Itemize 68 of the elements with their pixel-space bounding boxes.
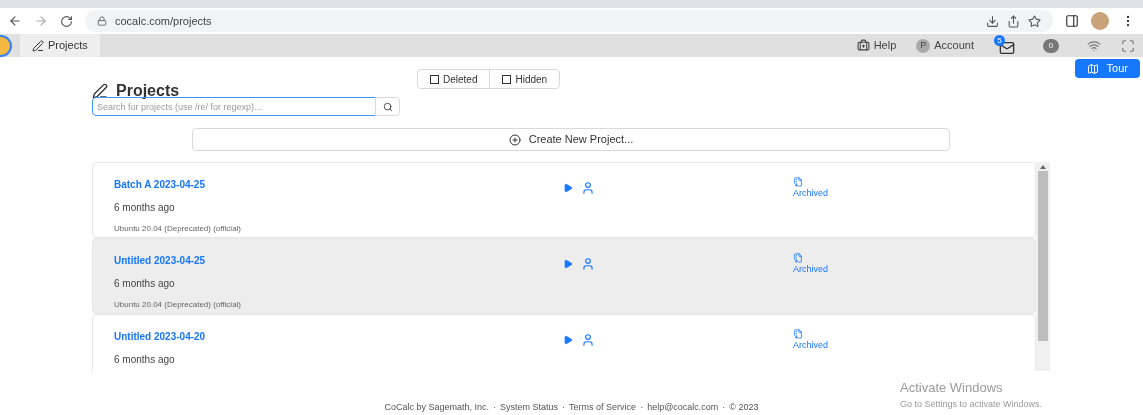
modified-time: 6 months ago (114, 277, 176, 291)
forward-icon[interactable] (34, 14, 48, 28)
projects-tab[interactable]: Projects (20, 34, 100, 57)
activation-notice-text: Go to Settings to activate Windows. (900, 397, 1043, 411)
footer-link[interactable]: Terms of Service (569, 400, 637, 414)
play-icon[interactable] (563, 335, 573, 345)
footer-link[interactable]: CoCalc by Sagemath, Inc. (384, 400, 490, 414)
footer-link[interactable]: © 2023 (729, 400, 759, 414)
download-icon[interactable] (986, 14, 999, 28)
wifi-icon (1087, 38, 1101, 53)
search-field[interactable]: Search for projects (use /re/ for regexp)... (92, 97, 376, 116)
tour-button[interactable]: Tour (1074, 59, 1140, 78)
filter-checkbox[interactable]: Hidden (489, 69, 561, 89)
account-avatar: P (916, 38, 931, 53)
project-title[interactable]: Untitled 2023-04-20 (114, 329, 563, 344)
separator-dot: · (722, 400, 726, 414)
help-button[interactable]: Help (856, 37, 897, 54)
play-icon[interactable] (563, 259, 573, 269)
modified-time: 6 months ago (114, 201, 176, 215)
lock-icon (97, 16, 107, 26)
pencil-icon (92, 83, 108, 99)
map-icon (1086, 62, 1099, 75)
status-text: Archived (793, 339, 828, 352)
star-icon[interactable] (1028, 14, 1041, 28)
plus-circle-icon (508, 133, 521, 146)
project-title[interactable]: Untitled 2023-04-25 (114, 253, 563, 268)
status-text: Archived (793, 263, 828, 276)
help-icon (856, 39, 870, 52)
project-row[interactable]: Untitled 2023-04-20 6 months ago Archived (92, 314, 1036, 371)
user-icon[interactable] (581, 181, 595, 195)
archive-icon (793, 253, 803, 263)
separator-dot: · (493, 400, 497, 414)
share-icon[interactable] (1007, 14, 1020, 28)
footer-link[interactable]: help@cocalc.com (647, 400, 719, 414)
user-icon[interactable] (581, 333, 595, 347)
side-panel-icon[interactable] (1065, 14, 1079, 28)
profile-avatar[interactable] (1091, 12, 1109, 30)
reload-icon[interactable] (60, 14, 73, 28)
notification-badge[interactable]: 0 (1043, 38, 1059, 53)
mail-count: 5 (994, 35, 1005, 46)
scroll-up-icon[interactable] (1040, 165, 1046, 169)
filter-checkbox[interactable]: Deleted (417, 69, 491, 89)
activation-notice-title: Activate Windows (900, 379, 1004, 397)
scrollbar[interactable] (1036, 162, 1050, 371)
address-bar[interactable]: cocalc.com/projects (85, 10, 1053, 32)
footer-link[interactable]: System Status (500, 400, 559, 414)
modified-time: 6 months ago (114, 353, 176, 367)
separator-dot: · (562, 400, 566, 414)
archive-icon (793, 177, 803, 187)
fullscreen-icon[interactable] (1121, 38, 1135, 53)
project-row[interactable]: Batch A 2023-04-25 6 months ago Ubuntu 20.04 (Deprecated) (official) Archived (92, 162, 1036, 238)
url-text: cocalc.com/projects (115, 13, 212, 29)
back-icon[interactable] (8, 14, 22, 28)
project-title[interactable]: Batch A 2023-04-25 (114, 177, 563, 192)
status-text: Archived (793, 187, 828, 200)
search-button[interactable] (375, 97, 400, 116)
separator-dot: · (640, 400, 644, 414)
account-button[interactable]: P Account (916, 37, 974, 54)
mail-button[interactable]: 5 (994, 35, 1015, 56)
user-icon[interactable] (581, 257, 595, 271)
software-image: Ubuntu 20.04 (Deprecated) (official) (114, 299, 243, 311)
create-project-button[interactable]: Create New Project... (192, 128, 950, 151)
archive-icon (793, 329, 803, 339)
software-image: Ubuntu 20.04 (Deprecated) (official) (114, 223, 243, 235)
project-row[interactable]: Untitled 2023-04-25 6 months ago Ubuntu 20.04 (Deprecated) (official) Archived (92, 238, 1036, 314)
search-icon (382, 101, 393, 112)
play-icon[interactable] (563, 183, 573, 193)
pencil-icon (32, 39, 44, 52)
